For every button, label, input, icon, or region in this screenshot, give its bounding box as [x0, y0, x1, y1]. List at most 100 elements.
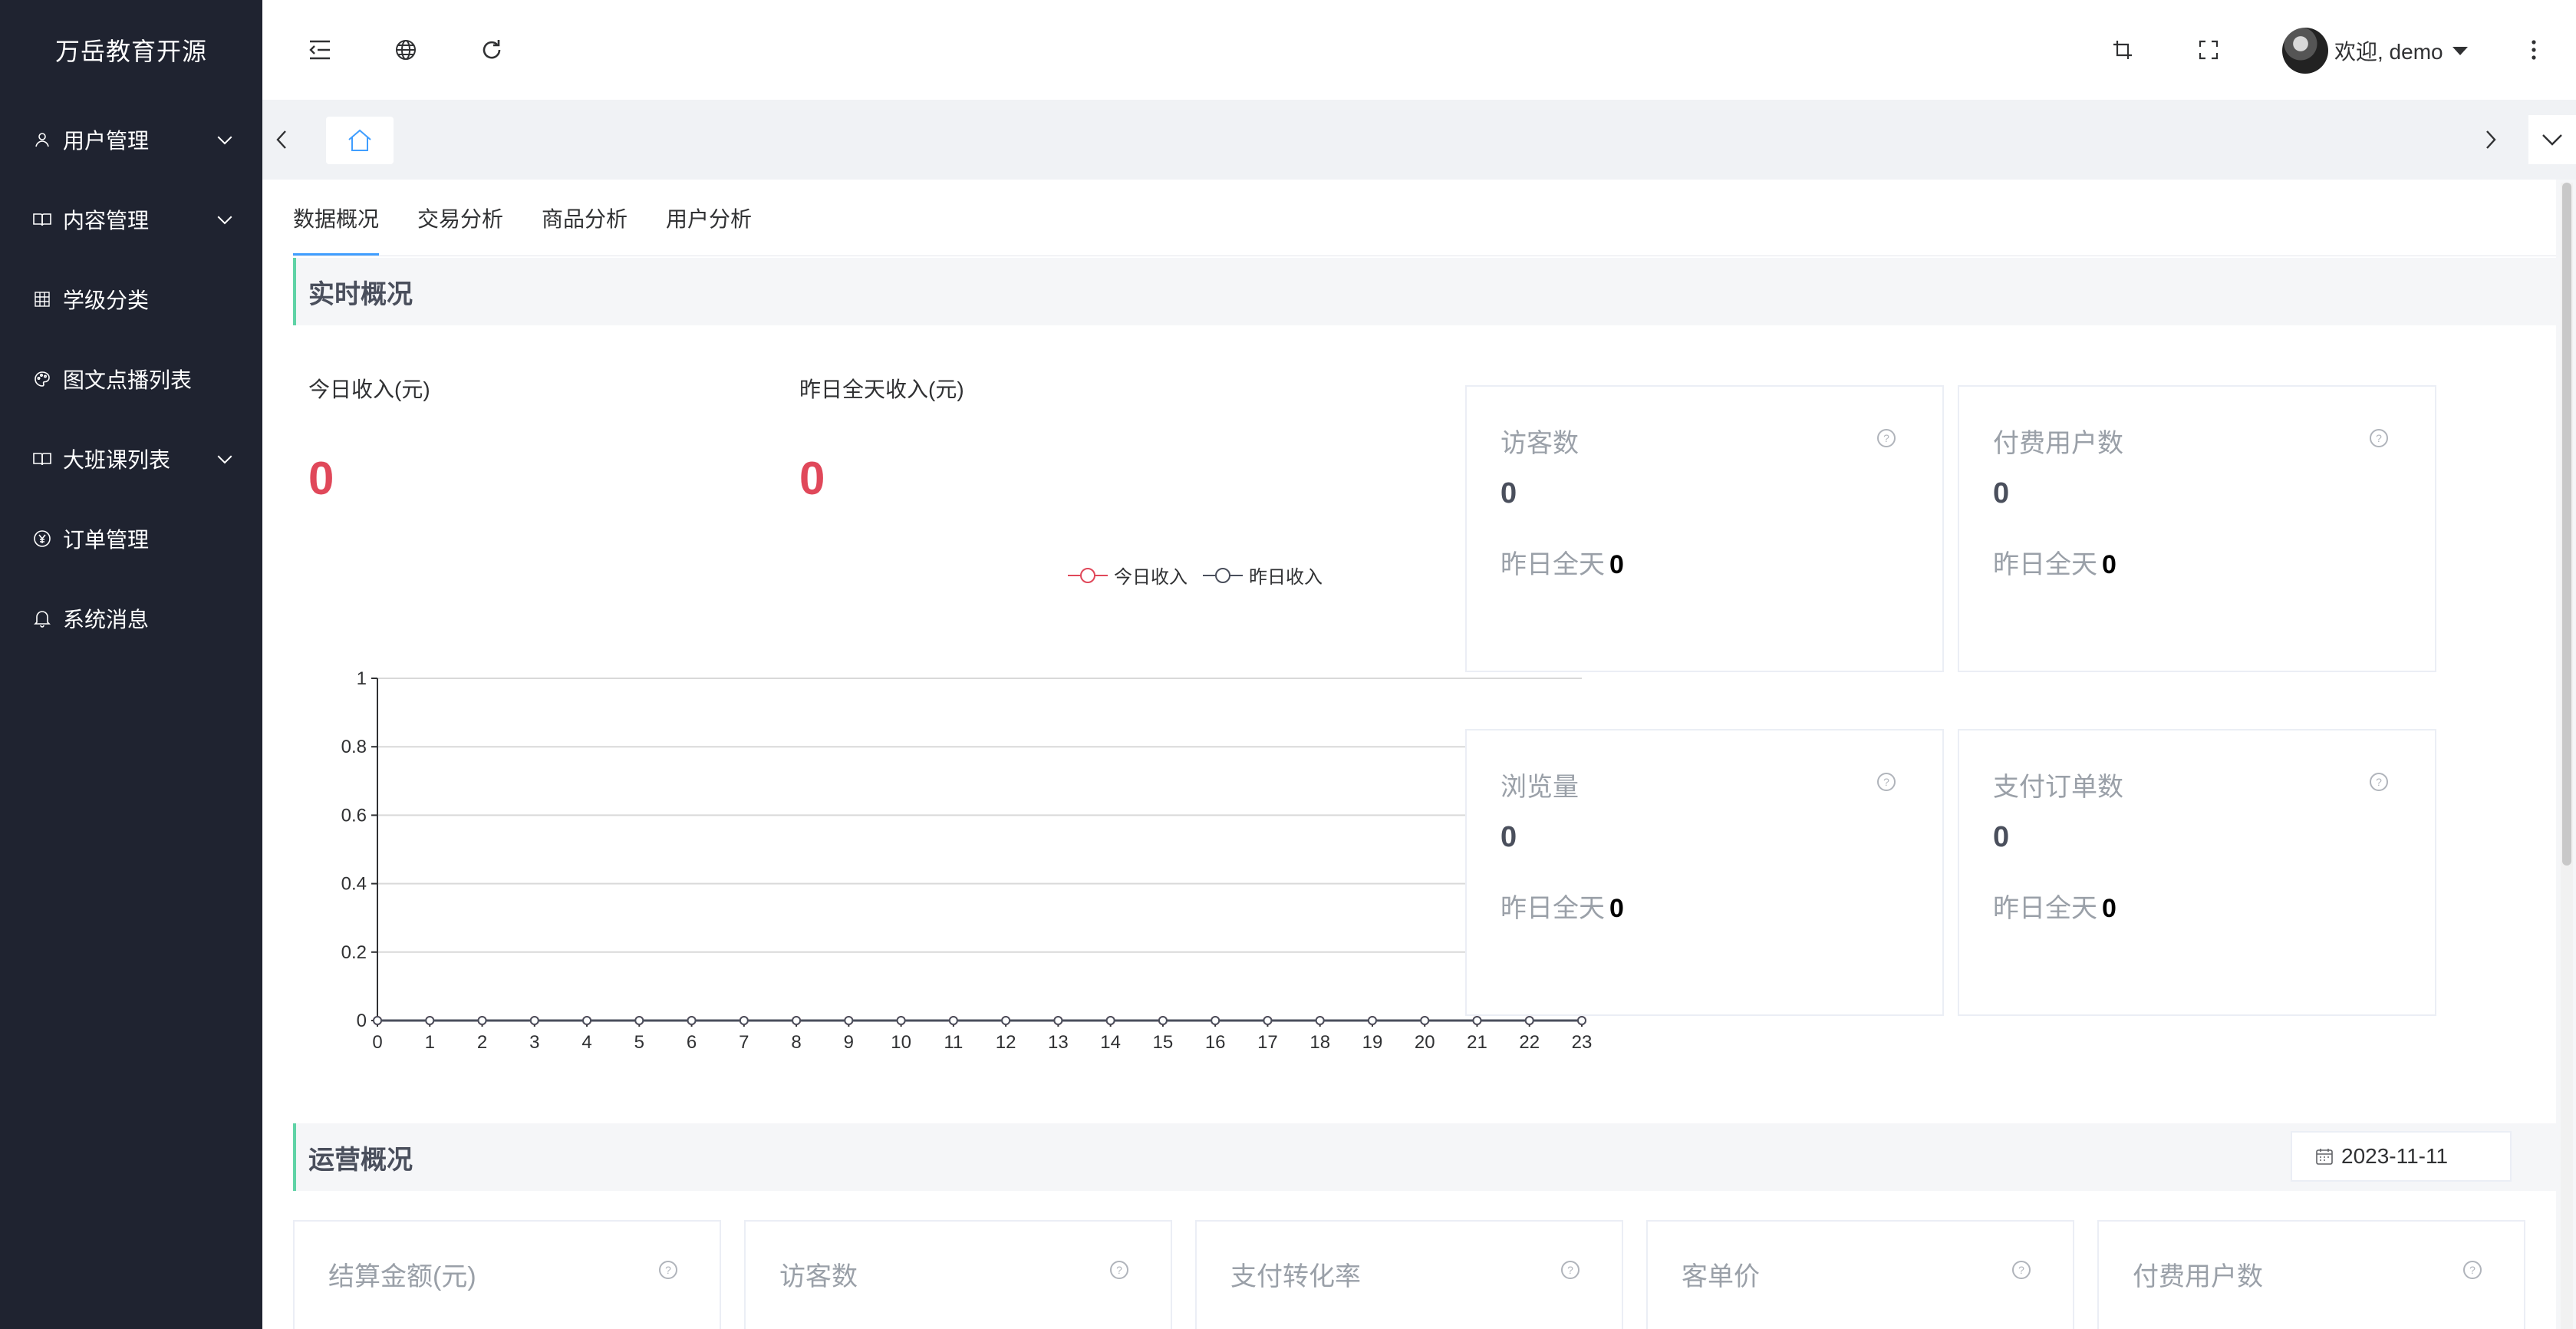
home-tag[interactable] — [326, 117, 394, 164]
data-point — [1158, 1016, 1168, 1025]
help-icon[interactable]: ? — [1876, 772, 1896, 792]
more-vertical-icon[interactable] — [2515, 31, 2553, 69]
stat-value: 0 — [1500, 477, 1517, 510]
sidebar-item-system-messages[interactable]: 系统消息 — [0, 579, 262, 658]
sidebar-item-user-management[interactable]: 用户管理 — [0, 100, 262, 180]
svg-text:?: ? — [2018, 1264, 2024, 1276]
chevron-down-icon — [217, 455, 232, 464]
x-tick-label: 20 — [1415, 1032, 1435, 1053]
sidebar-item-level-category[interactable]: 学级分类 — [0, 259, 262, 339]
crop-icon[interactable] — [2103, 31, 2142, 69]
svg-text:?: ? — [665, 1264, 671, 1276]
help-icon[interactable]: ? — [2462, 1260, 2482, 1280]
analysis-tabs: 数据概况 交易分析 商品分析 用户分析 — [293, 180, 790, 256]
data-point — [1211, 1016, 1220, 1025]
help-icon[interactable]: ? — [2011, 1260, 2031, 1280]
stat-yesterday-label: 昨日全天 — [1993, 894, 2097, 923]
data-point — [1577, 1016, 1586, 1025]
yesterday-revenue-value: 0 — [799, 453, 825, 504]
help-icon[interactable]: ? — [2369, 428, 2389, 448]
x-tick-label: 23 — [1572, 1032, 1593, 1053]
x-tick-label: 5 — [634, 1032, 644, 1053]
op-card-title: 付费用户数 — [2133, 1262, 2263, 1291]
stat-yesterday-label: 昨日全天 — [1500, 894, 1605, 923]
data-point — [1524, 1016, 1534, 1025]
y-tick-label: 0.2 — [341, 942, 367, 963]
x-tick-label: 2 — [477, 1032, 487, 1053]
op-card-title: 客单价 — [1682, 1262, 1760, 1291]
svg-text:?: ? — [2376, 432, 2382, 444]
user-dropdown[interactable]: 欢迎, demo — [2282, 26, 2469, 75]
tab-product-analysis[interactable]: 商品分析 — [542, 180, 628, 256]
help-icon[interactable]: ? — [658, 1260, 678, 1280]
data-point — [373, 1016, 382, 1025]
sidebar-item-label: 订单管理 — [63, 528, 150, 552]
op-card-visitors: 访客数 ? — [744, 1220, 1172, 1329]
tab-user-analysis[interactable]: 用户分析 — [666, 180, 752, 256]
x-tick-label: 15 — [1153, 1032, 1174, 1053]
book-icon — [31, 208, 54, 231]
sidebar-item-label: 内容管理 — [63, 209, 150, 232]
globe-icon[interactable] — [387, 31, 425, 69]
legend-item-today[interactable]: 今日收入 — [1066, 562, 1188, 589]
sidebar-item-content-management[interactable]: 内容管理 — [0, 180, 262, 259]
book-icon — [31, 447, 54, 470]
x-tick-label: 3 — [529, 1032, 539, 1053]
chevron-down-icon — [2542, 134, 2562, 146]
op-card-conversion: 支付转化率 ? — [1195, 1220, 1623, 1329]
stat-yesterday-label: 昨日全天 — [1993, 550, 2097, 579]
y-tick-label: 1 — [357, 668, 367, 689]
date-value: 2023-11-11 — [2341, 1144, 2449, 1168]
grid-icon — [31, 288, 54, 311]
scroll-right-icon[interactable] — [2472, 120, 2510, 159]
stat-value: 0 — [1993, 821, 2010, 853]
fullscreen-icon[interactable] — [2189, 31, 2228, 69]
y-tick-label: 0.6 — [341, 805, 367, 826]
sidebar-item-image-text-list[interactable]: 图文点播列表 — [0, 339, 262, 419]
help-icon[interactable]: ? — [2369, 772, 2389, 792]
y-tick-label: 0 — [357, 1011, 367, 1031]
refresh-icon[interactable] — [473, 31, 511, 69]
tab-transaction-analysis[interactable]: 交易分析 — [417, 180, 503, 256]
stat-yesterday-label: 昨日全天 — [1500, 550, 1605, 579]
collapse-menu-icon[interactable] — [301, 31, 339, 69]
y-tick-label: 0.4 — [341, 874, 367, 895]
stat-yesterday-value: 0 — [2102, 550, 2116, 579]
tab-data-overview[interactable]: 数据概况 — [293, 180, 380, 256]
sidebar: 万岳教育开源 用户管理 内容管理 学级分类 图文点播列表 大班课列表 订单管理 … — [0, 0, 262, 1329]
operation-section-header: 运营概况 — [293, 1123, 2556, 1191]
legend-marker-icon — [1068, 567, 1108, 583]
op-card-settlement: 结算金额(元) ? — [293, 1220, 721, 1329]
x-tick-label: 16 — [1205, 1032, 1226, 1053]
stat-value: 0 — [1500, 821, 1517, 853]
x-tick-label: 14 — [1100, 1032, 1121, 1053]
x-tick-label: 19 — [1362, 1032, 1383, 1053]
x-tick-label: 10 — [891, 1032, 911, 1053]
home-icon — [348, 129, 371, 151]
help-icon[interactable]: ? — [1876, 428, 1896, 448]
data-point — [1472, 1016, 1482, 1025]
sidebar-item-large-class-list[interactable]: 大班课列表 — [0, 419, 262, 499]
op-card-title: 结算金额(元) — [328, 1262, 476, 1291]
stat-card-visitors: 访客数 ? 0 昨日全天 0 — [1465, 385, 1944, 672]
caret-down-icon — [2452, 47, 2468, 55]
stat-value: 0 — [1993, 477, 2010, 510]
data-point — [425, 1016, 435, 1025]
chevron-down-icon — [217, 136, 232, 145]
sidebar-item-label: 学级分类 — [63, 289, 150, 312]
legend-label: 昨日收入 — [1249, 567, 1323, 588]
x-tick-label: 7 — [739, 1032, 749, 1053]
vertical-scrollbar[interactable] — [2561, 183, 2573, 1329]
tags-menu-button[interactable] — [2528, 115, 2576, 164]
scroll-left-icon[interactable] — [262, 120, 301, 159]
data-point — [1367, 1016, 1377, 1025]
legend-label: 今日收入 — [1114, 567, 1188, 588]
scrollbar-thumb[interactable] — [2562, 183, 2571, 866]
help-icon[interactable]: ? — [1560, 1260, 1580, 1280]
help-icon[interactable]: ? — [1109, 1260, 1129, 1280]
legend-marker-icon — [1203, 567, 1243, 583]
legend-item-yesterday[interactable]: 昨日收入 — [1201, 562, 1323, 589]
sidebar-item-order-management[interactable]: 订单管理 — [0, 499, 262, 579]
data-point — [948, 1016, 958, 1025]
date-picker[interactable]: 2023-11-11 — [2291, 1131, 2512, 1182]
